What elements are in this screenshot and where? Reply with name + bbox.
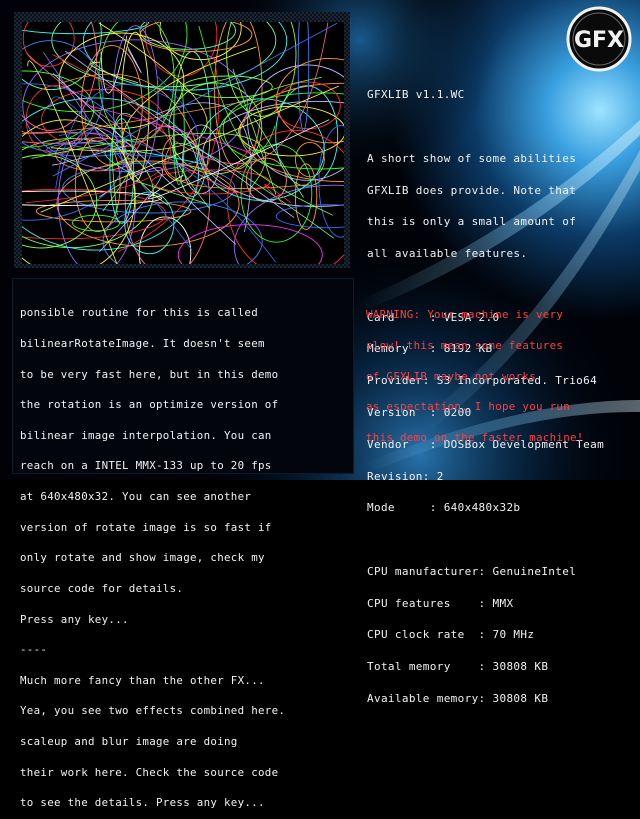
warning-line: as espectation. I hope you run [366, 400, 571, 414]
console-line: only rotate and show image, check my [20, 551, 265, 565]
console-line: their work here. Check the source code [20, 765, 279, 779]
console-line: at 640x480x32. You can see another [20, 490, 252, 504]
video-revision-line: Revision: 2 [367, 469, 444, 483]
demo-curve [172, 142, 334, 239]
warning-line: of GFXLIB maybe not works [366, 369, 537, 383]
warning-line: WARNING: Your machine is very [366, 308, 564, 322]
console-prompt: to see the details. Press any key... [20, 796, 265, 810]
intro-line: GFXLIB does provide. Note that [367, 183, 577, 197]
warning-message: WARNING: Your machine is very slow! this… [366, 290, 638, 453]
console-log: ponsible routine for this is called bili… [20, 288, 350, 819]
cpu-clock-line: CPU clock rate : 70 MHz [367, 628, 535, 642]
console-line: bilinearRotateImage. It doesn't seem [20, 337, 265, 351]
video-mode-line: Mode : 640x480x32b [367, 501, 521, 515]
console-line: Much more fancy than the other FX... [20, 673, 265, 687]
console-line: the rotation is an optimize version of [20, 398, 279, 412]
console-prompt: Press any key... [20, 612, 129, 626]
logo-text: GFX [574, 28, 624, 53]
cpu-features-line: CPU features : MMX [367, 596, 514, 610]
total-memory-line: Total memory : 30808 KB [367, 660, 549, 674]
console-line: version of rotate image is so fast if [20, 520, 272, 534]
intro-line: this is only a small amount of [367, 215, 577, 229]
demo-ellipse [295, 141, 325, 178]
gfx-logo-icon: GFX [566, 6, 632, 72]
demo-canvas [22, 22, 344, 264]
demo-ellipse [159, 22, 242, 61]
demo-line [232, 68, 277, 195]
warning-line: slow! this mean some features [366, 339, 564, 353]
warning-line: this demo on the faster machine! [366, 430, 584, 444]
intro-spacer [367, 122, 637, 133]
demo-curve [127, 46, 142, 74]
cpu-spacer [367, 535, 637, 546]
console-line: to be very fast here, but in this demo [20, 367, 279, 381]
console-line: bilinear image interpolation. You can [20, 428, 272, 442]
console-separator: ---- [20, 643, 48, 657]
available-memory-line: Available memory: 30808 KB [367, 692, 549, 706]
demo-ellipse [297, 22, 310, 132]
demo-curve [26, 54, 172, 203]
intro-line: A short show of some abilities [367, 151, 577, 165]
demo-ellipse [139, 22, 253, 52]
console-line: Yea, you see two effects combined here. [20, 704, 286, 718]
demo-ellipse [57, 127, 137, 264]
console-line: ponsible routine for this is called [20, 306, 259, 320]
console-line: reach on a INTEL MMX-133 up to 20 fps [20, 459, 272, 473]
intro-line: all available features. [367, 247, 528, 261]
app-title: GFXLIB v1.1.WC [367, 88, 465, 102]
console-line: scaleup and blur image are doing [20, 734, 238, 748]
cpu-manufacturer-line: CPU manufacturer: GenuineIntel [367, 564, 577, 578]
console-line: source code for details. [20, 581, 184, 595]
demo-ellipse [239, 82, 344, 182]
